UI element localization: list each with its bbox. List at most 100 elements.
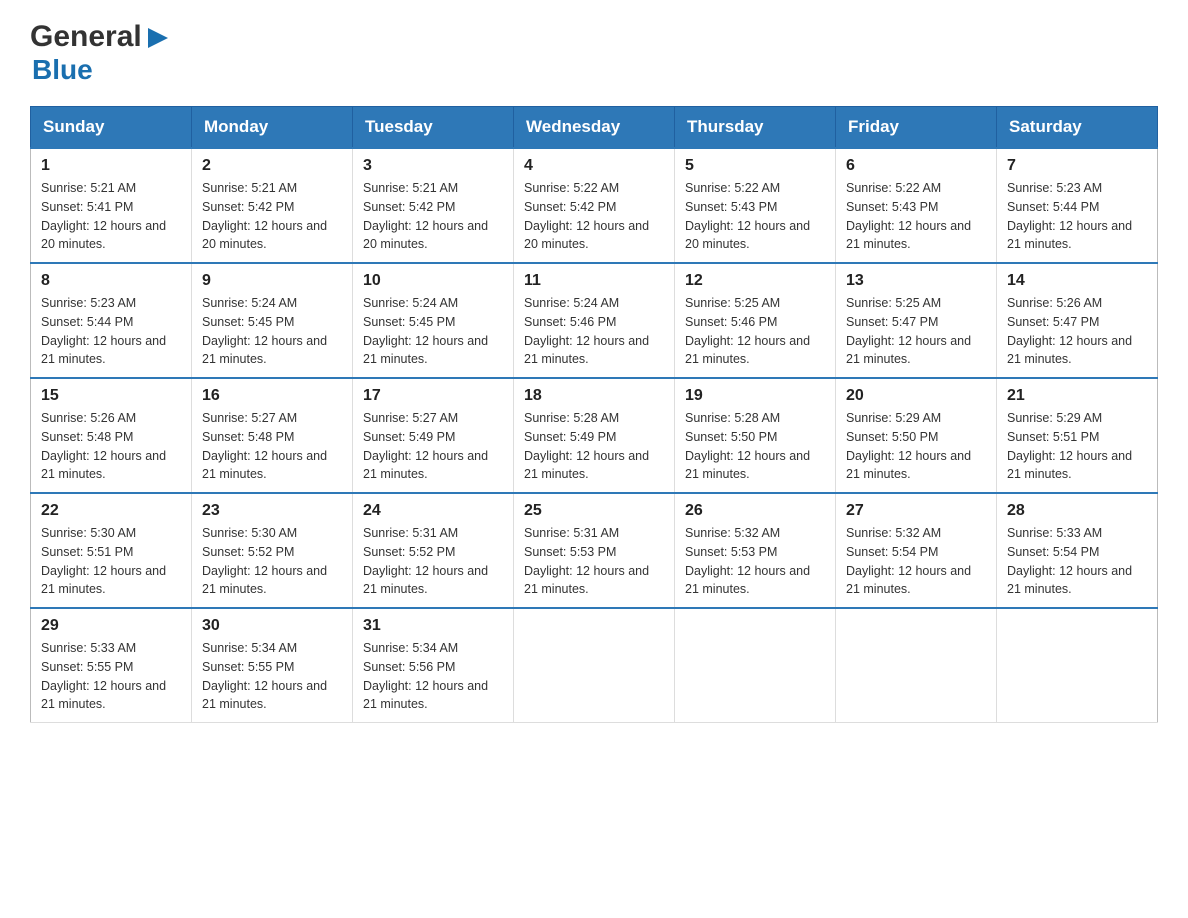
calendar-day-cell: 12 Sunrise: 5:25 AMSunset: 5:46 PMDayligh… — [675, 263, 836, 378]
calendar-day-cell: 8Sunrise: 5:23 AMSunset: 5:44 PMDaylight… — [31, 263, 192, 378]
day-info: Sunrise: 5:25 AMSunset: 5:47 PMDaylight:… — [846, 294, 986, 369]
day-info: Sunrise: 5:33 AMSunset: 5:54 PMDaylight:… — [1007, 524, 1147, 599]
day-info: Sunrise: 5:34 AMSunset: 5:56 PMDaylight:… — [363, 639, 503, 714]
day-number: 31 — [363, 617, 503, 635]
calendar-day-cell: 19 Sunrise: 5:28 AMSunset: 5:50 PMDayligh… — [675, 378, 836, 493]
day-number: 29 — [41, 617, 181, 635]
calendar-day-header: Thursday — [675, 107, 836, 149]
calendar-day-cell: 15 Sunrise: 5:26 AMSunset: 5:48 PMDayligh… — [31, 378, 192, 493]
day-number: 25 — [524, 502, 664, 520]
calendar-day-cell: 3 Sunrise: 5:21 AMSunset: 5:42 PMDaylight… — [353, 148, 514, 263]
calendar-day-header: Wednesday — [514, 107, 675, 149]
calendar-day-header: Monday — [192, 107, 353, 149]
day-info: Sunrise: 5:26 AMSunset: 5:48 PMDaylight:… — [41, 409, 181, 484]
day-info: Sunrise: 5:29 AMSunset: 5:50 PMDaylight:… — [846, 409, 986, 484]
day-number: 30 — [202, 617, 342, 635]
calendar-day-cell: 24 Sunrise: 5:31 AMSunset: 5:52 PMDayligh… — [353, 493, 514, 608]
day-info: Sunrise: 5:21 AMSunset: 5:41 PMDaylight:… — [41, 179, 181, 254]
day-info: Sunrise: 5:22 AMSunset: 5:42 PMDaylight:… — [524, 179, 664, 254]
calendar-day-header: Saturday — [997, 107, 1158, 149]
day-info: Sunrise: 5:31 AMSunset: 5:53 PMDaylight:… — [524, 524, 664, 599]
calendar-day-cell: 27Sunrise: 5:32 AMSunset: 5:54 PMDayligh… — [836, 493, 997, 608]
calendar-header-row: SundayMondayTuesdayWednesdayThursdayFrid… — [31, 107, 1158, 149]
calendar-day-cell: 7 Sunrise: 5:23 AMSunset: 5:44 PMDaylight… — [997, 148, 1158, 263]
calendar-day-cell: 14 Sunrise: 5:26 AMSunset: 5:47 PMDayligh… — [997, 263, 1158, 378]
day-number: 24 — [363, 502, 503, 520]
calendar-day-cell: 29 Sunrise: 5:33 AMSunset: 5:55 PMDayligh… — [31, 608, 192, 723]
calendar-week-row: 8Sunrise: 5:23 AMSunset: 5:44 PMDaylight… — [31, 263, 1158, 378]
day-info: Sunrise: 5:22 AMSunset: 5:43 PMDaylight:… — [685, 179, 825, 254]
day-info: Sunrise: 5:27 AMSunset: 5:49 PMDaylight:… — [363, 409, 503, 484]
calendar-day-cell: 26Sunrise: 5:32 AMSunset: 5:53 PMDayligh… — [675, 493, 836, 608]
day-info: Sunrise: 5:24 AMSunset: 5:45 PMDaylight:… — [363, 294, 503, 369]
day-number: 14 — [1007, 272, 1147, 290]
day-info: Sunrise: 5:30 AMSunset: 5:51 PMDaylight:… — [41, 524, 181, 599]
calendar-day-cell: 20 Sunrise: 5:29 AMSunset: 5:50 PMDayligh… — [836, 378, 997, 493]
calendar-day-cell: 31 Sunrise: 5:34 AMSunset: 5:56 PMDayligh… — [353, 608, 514, 723]
day-number: 7 — [1007, 157, 1147, 175]
day-number: 12 — [685, 272, 825, 290]
calendar-week-row: 29 Sunrise: 5:33 AMSunset: 5:55 PMDayligh… — [31, 608, 1158, 723]
calendar-day-cell: 6 Sunrise: 5:22 AMSunset: 5:43 PMDaylight… — [836, 148, 997, 263]
day-info: Sunrise: 5:28 AMSunset: 5:50 PMDaylight:… — [685, 409, 825, 484]
day-info: Sunrise: 5:21 AMSunset: 5:42 PMDaylight:… — [202, 179, 342, 254]
day-info: Sunrise: 5:24 AMSunset: 5:46 PMDaylight:… — [524, 294, 664, 369]
page-header: General Blue — [30, 20, 1158, 86]
day-number: 13 — [846, 272, 986, 290]
day-info: Sunrise: 5:23 AMSunset: 5:44 PMDaylight:… — [1007, 179, 1147, 254]
day-info: Sunrise: 5:31 AMSunset: 5:52 PMDaylight:… — [363, 524, 503, 599]
day-info: Sunrise: 5:24 AMSunset: 5:45 PMDaylight:… — [202, 294, 342, 369]
calendar-day-cell: 16Sunrise: 5:27 AMSunset: 5:48 PMDayligh… — [192, 378, 353, 493]
calendar-day-cell: 23Sunrise: 5:30 AMSunset: 5:52 PMDayligh… — [192, 493, 353, 608]
calendar-day-cell: 4Sunrise: 5:22 AMSunset: 5:42 PMDaylight… — [514, 148, 675, 263]
day-info: Sunrise: 5:22 AMSunset: 5:43 PMDaylight:… — [846, 179, 986, 254]
day-info: Sunrise: 5:33 AMSunset: 5:55 PMDaylight:… — [41, 639, 181, 714]
calendar-day-cell: 25 Sunrise: 5:31 AMSunset: 5:53 PMDayligh… — [514, 493, 675, 608]
day-number: 17 — [363, 387, 503, 405]
day-info: Sunrise: 5:34 AMSunset: 5:55 PMDaylight:… — [202, 639, 342, 714]
day-info: Sunrise: 5:32 AMSunset: 5:54 PMDaylight:… — [846, 524, 986, 599]
calendar-day-cell: 9Sunrise: 5:24 AMSunset: 5:45 PMDaylight… — [192, 263, 353, 378]
calendar-day-cell: 30 Sunrise: 5:34 AMSunset: 5:55 PMDayligh… — [192, 608, 353, 723]
day-number: 10 — [363, 272, 503, 290]
calendar-day-cell: 18 Sunrise: 5:28 AMSunset: 5:49 PMDayligh… — [514, 378, 675, 493]
calendar-day-header: Tuesday — [353, 107, 514, 149]
day-info: Sunrise: 5:26 AMSunset: 5:47 PMDaylight:… — [1007, 294, 1147, 369]
day-info: Sunrise: 5:30 AMSunset: 5:52 PMDaylight:… — [202, 524, 342, 599]
calendar-table: SundayMondayTuesdayWednesdayThursdayFrid… — [30, 106, 1158, 723]
day-number: 20 — [846, 387, 986, 405]
logo-blue-text: Blue — [32, 54, 93, 85]
day-number: 21 — [1007, 387, 1147, 405]
calendar-day-cell: 1 Sunrise: 5:21 AMSunset: 5:41 PMDaylight… — [31, 148, 192, 263]
day-number: 28 — [1007, 502, 1147, 520]
calendar-day-cell: 10 Sunrise: 5:24 AMSunset: 5:45 PMDayligh… — [353, 263, 514, 378]
calendar-day-cell: 13 Sunrise: 5:25 AMSunset: 5:47 PMDayligh… — [836, 263, 997, 378]
day-number: 22 — [41, 502, 181, 520]
calendar-day-header: Sunday — [31, 107, 192, 149]
day-number: 8 — [41, 272, 181, 290]
day-number: 1 — [41, 157, 181, 175]
calendar-day-header: Friday — [836, 107, 997, 149]
calendar-day-cell: 2 Sunrise: 5:21 AMSunset: 5:42 PMDaylight… — [192, 148, 353, 263]
calendar-week-row: 1 Sunrise: 5:21 AMSunset: 5:41 PMDaylight… — [31, 148, 1158, 263]
day-number: 18 — [524, 387, 664, 405]
day-info: Sunrise: 5:32 AMSunset: 5:53 PMDaylight:… — [685, 524, 825, 599]
day-info: Sunrise: 5:25 AMSunset: 5:46 PMDaylight:… — [685, 294, 825, 369]
day-number: 16 — [202, 387, 342, 405]
calendar-day-cell: 22 Sunrise: 5:30 AMSunset: 5:51 PMDayligh… — [31, 493, 192, 608]
day-number: 3 — [363, 157, 503, 175]
calendar-day-cell — [997, 608, 1158, 723]
day-info: Sunrise: 5:28 AMSunset: 5:49 PMDaylight:… — [524, 409, 664, 484]
calendar-week-row: 15 Sunrise: 5:26 AMSunset: 5:48 PMDayligh… — [31, 378, 1158, 493]
calendar-day-cell — [514, 608, 675, 723]
day-number: 2 — [202, 157, 342, 175]
calendar-day-cell: 11Sunrise: 5:24 AMSunset: 5:46 PMDayligh… — [514, 263, 675, 378]
day-info: Sunrise: 5:21 AMSunset: 5:42 PMDaylight:… — [363, 179, 503, 254]
day-number: 15 — [41, 387, 181, 405]
calendar-day-cell — [836, 608, 997, 723]
day-number: 19 — [685, 387, 825, 405]
day-info: Sunrise: 5:29 AMSunset: 5:51 PMDaylight:… — [1007, 409, 1147, 484]
calendar-day-cell: 21 Sunrise: 5:29 AMSunset: 5:51 PMDayligh… — [997, 378, 1158, 493]
day-number: 6 — [846, 157, 986, 175]
logo-arrow-icon — [144, 24, 172, 52]
